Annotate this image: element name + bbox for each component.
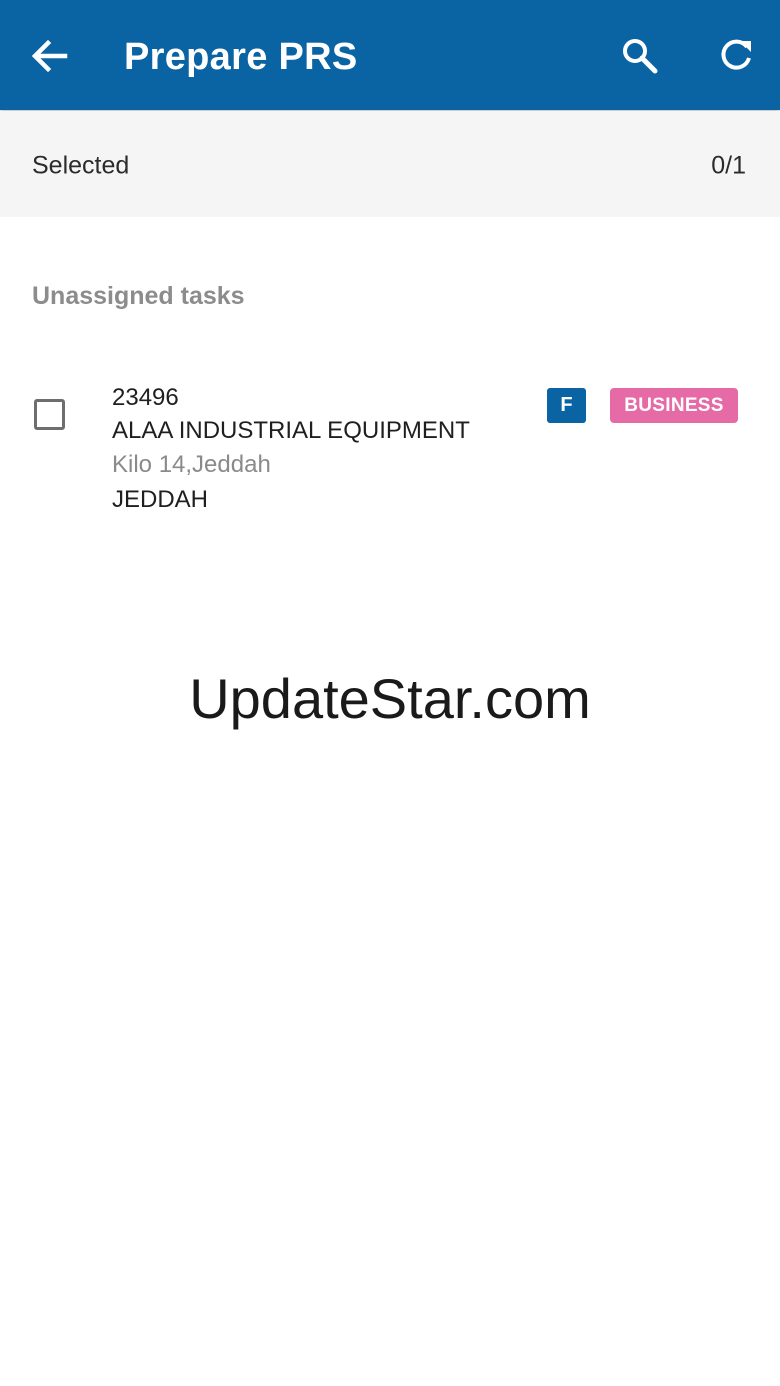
selection-summary: Selected 0/1 xyxy=(0,111,780,217)
refresh-icon xyxy=(721,39,751,70)
refresh-button[interactable] xyxy=(710,30,762,82)
task-type-badge: F xyxy=(547,388,586,423)
section-title: Unassigned tasks xyxy=(32,282,245,310)
arrow-left-icon xyxy=(31,39,68,73)
task-id: 23496 xyxy=(112,384,179,411)
task-name: ALAA INDUSTRIAL EQUIPMENT xyxy=(112,417,470,444)
search-button[interactable] xyxy=(614,30,666,82)
watermark: UpdateStar.com xyxy=(189,667,591,730)
back-button[interactable] xyxy=(24,31,74,81)
task-category-badge: BUSINESS xyxy=(610,388,738,423)
task-city: JEDDAH xyxy=(112,486,209,513)
task-list-item[interactable]: 23496 ALAA INDUSTRIAL EQUIPMENT Kilo 14,… xyxy=(0,370,780,530)
selected-label: Selected xyxy=(32,151,130,180)
app-bar: Prepare PRS xyxy=(0,0,780,110)
search-icon xyxy=(623,39,658,74)
page-title: Prepare PRS xyxy=(124,36,358,78)
task-checkbox[interactable] xyxy=(34,399,65,430)
selected-count: 0/1 xyxy=(711,151,746,180)
task-address: Kilo 14,Jeddah xyxy=(112,451,271,478)
